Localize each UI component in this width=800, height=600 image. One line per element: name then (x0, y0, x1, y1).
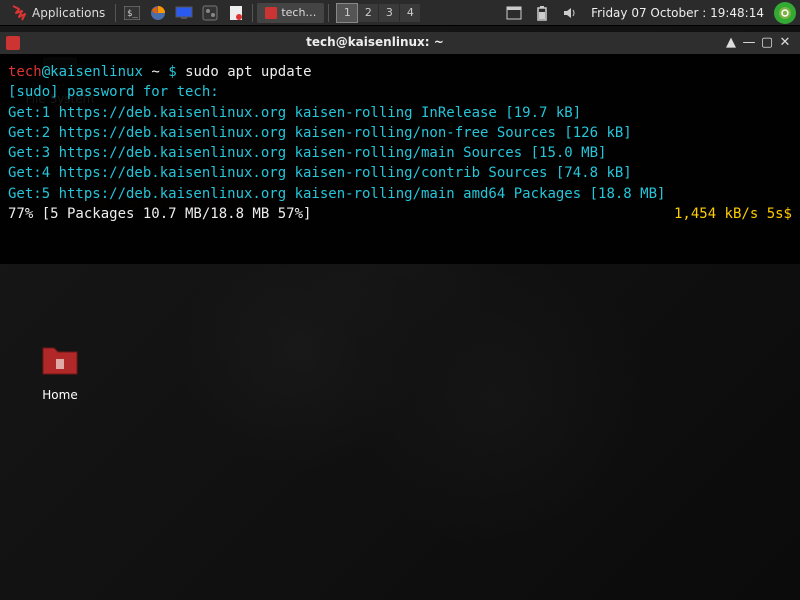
terminal-window: tech@kaisenlinux: ~ ▲ — ▢ ✕ tech@kaisenl… (0, 32, 800, 264)
clock[interactable]: Friday 07 October : 19:48:14 (587, 6, 768, 20)
window-maximize-button[interactable]: ▢ (758, 34, 776, 52)
workspace-4[interactable]: 4 (400, 4, 420, 22)
battery-icon[interactable] (531, 2, 553, 24)
distro-logo-icon (10, 4, 28, 22)
separator (252, 4, 253, 22)
desktop-icon-home[interactable]: Home (20, 336, 100, 402)
separator (328, 4, 329, 22)
svg-text:$_: $_ (127, 9, 138, 19)
separator (115, 4, 116, 22)
prompt-line: tech@kaisenlinux ~ $ sudo apt update (8, 62, 792, 82)
progress-right: 1,454 kB/s 5s$ (674, 204, 792, 224)
workspace-switcher: 1 2 3 4 (337, 4, 420, 22)
apt-output-line: Get:3 https://deb.kaisenlinux.org kaisen… (8, 143, 792, 163)
terminal-content[interactable]: tech@kaisenlinux ~ $ sudo apt update[sud… (0, 54, 800, 264)
prompt-user: tech (8, 64, 42, 80)
display-launcher[interactable] (172, 2, 196, 24)
taskbar-terminal-window[interactable]: tech… (257, 3, 324, 23)
terminal-app-icon (6, 36, 20, 50)
icon-label: Home (20, 388, 100, 402)
window-titlebar[interactable]: tech@kaisenlinux: ~ ▲ — ▢ ✕ (0, 32, 800, 54)
show-desktop-icon[interactable] (503, 2, 525, 24)
progress-left: 77% [5 Packages 10.7 MB/18.8 MB 57%] (8, 204, 311, 224)
workspace-2[interactable]: 2 (358, 4, 378, 22)
folder-icon (36, 336, 84, 384)
window-close-button[interactable]: ✕ (776, 34, 794, 52)
apt-output-line: Get:5 https://deb.kaisenlinux.org kaisen… (8, 184, 792, 204)
prompt-path: ~ (151, 64, 159, 80)
apt-output-line: Get:4 https://deb.kaisenlinux.org kaisen… (8, 163, 792, 183)
system-tray: Friday 07 October : 19:48:14 (503, 2, 796, 24)
apt-output-line: Get:2 https://deb.kaisenlinux.org kaisen… (8, 123, 792, 143)
applications-label: Applications (32, 6, 105, 20)
firefox-launcher[interactable] (146, 2, 170, 24)
applications-menu[interactable]: Applications (4, 0, 111, 25)
terminal-icon (265, 7, 277, 19)
typed-command: sudo apt update (185, 64, 311, 80)
tools-launcher[interactable] (198, 2, 222, 24)
window-minimize-button[interactable]: — (740, 34, 758, 52)
volume-icon[interactable] (559, 2, 581, 24)
prompt-at: @ (42, 64, 50, 80)
prompt-symbol: $ (168, 64, 176, 80)
prompt-host: kaisenlinux (50, 64, 143, 80)
notes-launcher[interactable] (224, 2, 248, 24)
terminal-launcher[interactable]: $_ (120, 2, 144, 24)
taskbar-label: tech… (281, 6, 316, 19)
top-panel: Applications $_ tech… 1 2 3 4 Fri (0, 0, 800, 26)
workspace-3[interactable]: 3 (379, 4, 399, 22)
workspace-1[interactable]: 1 (337, 4, 357, 22)
window-rollup-button[interactable]: ▲ (722, 34, 740, 52)
sudo-prompt: [sudo] password for tech: (8, 82, 792, 102)
session-menu-icon[interactable] (774, 2, 796, 24)
apt-progress-line: 77% [5 Packages 10.7 MB/18.8 MB 57%] 1,45… (8, 204, 792, 224)
apt-output-line: Get:1 https://deb.kaisenlinux.org kaisen… (8, 103, 792, 123)
window-title: tech@kaisenlinux: ~ (28, 34, 722, 51)
